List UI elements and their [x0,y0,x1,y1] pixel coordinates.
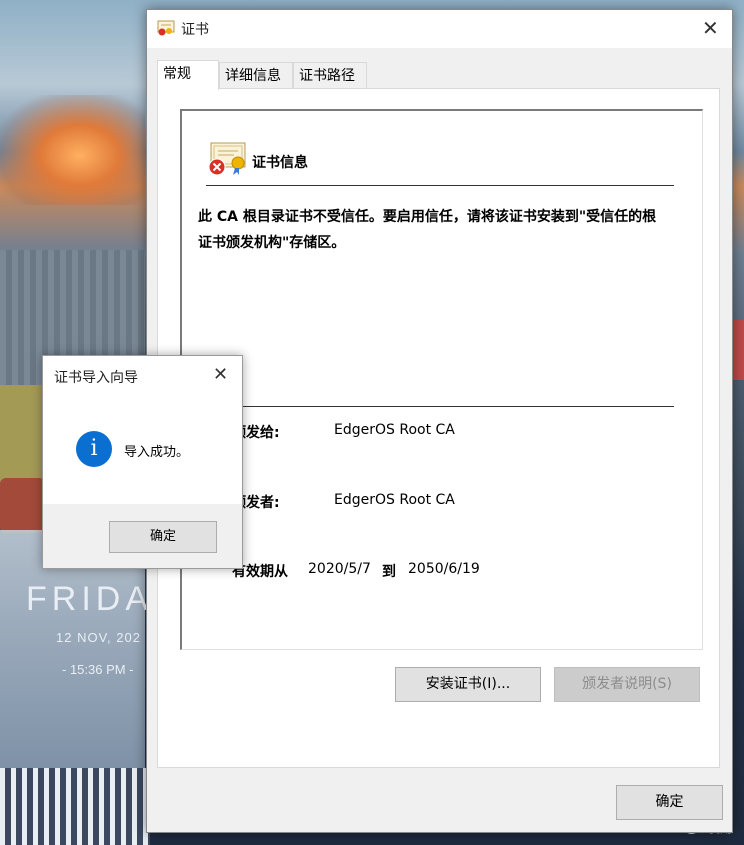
trust-warning-text: 此 CA 根目录证书不受信任。要启用信任，请将该证书安装到"受信任的根证书颁发机… [198,209,657,251]
window-title: 证书 [181,22,209,38]
wallpaper-day: FRIDA [26,580,153,618]
issued-by-value: EdgerOS Root CA [334,492,455,508]
valid-from-value: 2020/5/7 [308,561,371,577]
divider [202,406,674,407]
tab-general[interactable]: 常规 [157,60,219,90]
divider [206,185,674,186]
wallpaper-date: 12 NOV, 202 [56,630,141,645]
wallpaper-glow [0,95,145,205]
success-message: 导入成功。 [124,445,190,460]
certificate-warning-icon [208,142,246,176]
wallpaper-fence [0,768,150,845]
valid-to-label: 到 [382,564,396,580]
wallpaper-car [0,478,45,533]
wallpaper-time: - 15:36 PM - [62,662,134,677]
certificate-icon [157,20,175,36]
title-bar: 证书 ✕ [147,10,732,48]
section-title: 证书信息 [252,155,308,171]
wizard-title: 证书导入向导 [54,370,138,386]
tab-certification-path[interactable]: 证书路径 [293,62,367,88]
wizard-ok-button[interactable]: 确定 [109,521,217,553]
issuer-statement-button[interactable]: 颁发者说明(S) [554,667,700,702]
close-icon[interactable]: ✕ [213,366,228,384]
tab-details[interactable]: 详细信息 [219,62,293,88]
info-icon: i [76,431,112,467]
valid-to-value: 2050/6/19 [408,561,480,577]
wizard-content: 证书导入向导 ✕ i 导入成功。 [43,356,242,504]
ok-button[interactable]: 确定 [616,785,723,820]
close-icon[interactable]: ✕ [702,18,719,38]
import-wizard-dialog: 证书导入向导 ✕ i 导入成功。 确定 [42,355,243,569]
certificate-info-box: 证书信息 此 CA 根目录证书不受信任。要启用信任，请将该证书安装到"受信任的根… [180,109,703,650]
issued-to-value: EdgerOS Root CA [334,422,455,438]
install-certificate-button[interactable]: 安装证书(I)... [395,667,541,702]
